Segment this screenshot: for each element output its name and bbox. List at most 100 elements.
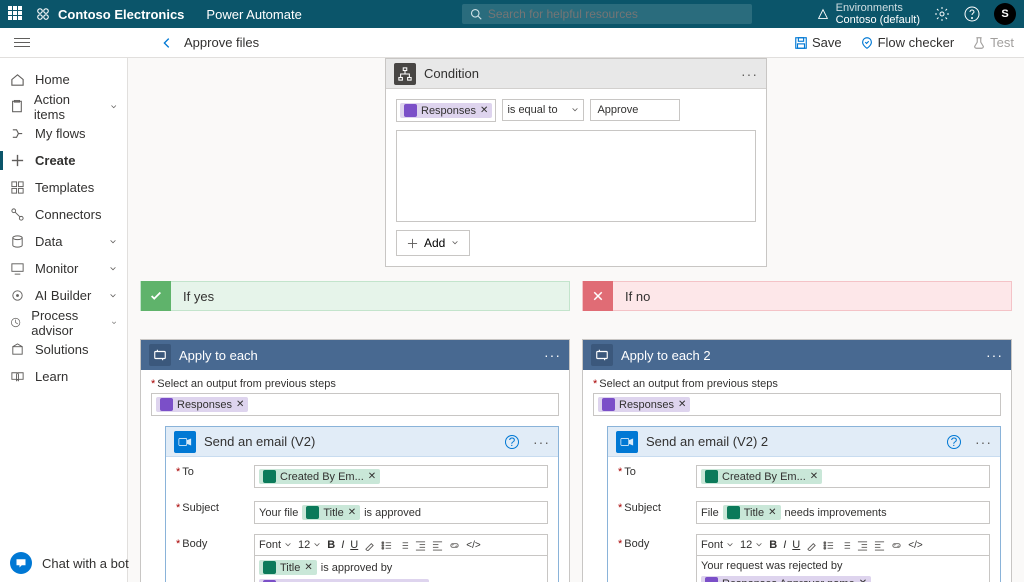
rich-text-toolbar[interactable]: Font 12 B I U: [696, 534, 990, 556]
if-yes-header[interactable]: If yes: [140, 281, 570, 311]
outdent-icon[interactable]: [415, 540, 426, 551]
apply-to-each-card-yes[interactable]: Apply to each ··· Select an output from …: [140, 339, 570, 582]
nav-monitor[interactable]: Monitor: [0, 255, 127, 282]
code-view-button[interactable]: </>: [466, 540, 480, 551]
condition-card[interactable]: Condition ··· Responses✕ is equal to App…: [385, 58, 767, 267]
app-launcher-icon[interactable]: [8, 6, 24, 22]
nav-solutions[interactable]: Solutions: [0, 336, 127, 363]
environment-picker[interactable]: Environments Contoso (default): [816, 2, 920, 26]
link-icon[interactable]: [891, 540, 902, 551]
token-remove[interactable]: ✕: [236, 399, 244, 410]
nav-ai-builder[interactable]: AI Builder: [0, 282, 127, 309]
email-menu-no[interactable]: ···: [975, 434, 992, 450]
test-button[interactable]: Test: [972, 35, 1014, 50]
subject-field-no[interactable]: File Title✕ needs improvements: [696, 501, 990, 524]
fontsize-select[interactable]: 12: [740, 539, 763, 551]
product-name[interactable]: Power Automate: [206, 7, 301, 22]
search-input[interactable]: [488, 7, 744, 21]
if-no-header[interactable]: If no: [582, 281, 1012, 311]
apply-to-each-header-yes[interactable]: Apply to each ···: [141, 340, 569, 370]
send-email-header-no[interactable]: Send an email (V2) 2 ? ···: [608, 427, 1000, 457]
nav-templates[interactable]: Templates: [0, 174, 127, 201]
bullet-list-icon[interactable]: [823, 540, 834, 551]
nav-create[interactable]: Create: [0, 147, 127, 174]
send-email-card-yes[interactable]: Send an email (V2) ? ··· To Created By E…: [165, 426, 559, 582]
email-menu-yes[interactable]: ···: [533, 434, 550, 450]
body-field-no[interactable]: Your request was rejected by Responses A…: [696, 556, 990, 582]
link-icon[interactable]: [449, 540, 460, 551]
settings-icon[interactable]: [934, 6, 950, 22]
to-field-no[interactable]: Created By Em...✕: [696, 465, 990, 488]
token-remove[interactable]: ✕: [304, 562, 312, 573]
nav-data[interactable]: Data: [0, 228, 127, 255]
search-box[interactable]: [462, 4, 752, 24]
token-remove[interactable]: ✕: [768, 507, 776, 518]
token-remove[interactable]: ✕: [348, 507, 356, 518]
indent-icon[interactable]: [432, 540, 443, 551]
fontsize-select[interactable]: 12: [298, 539, 321, 551]
apply-menu-yes[interactable]: ···: [544, 347, 561, 363]
condition-header[interactable]: Condition ···: [386, 59, 766, 89]
font-select[interactable]: Font: [701, 539, 734, 551]
condition-value-input[interactable]: Approve: [590, 99, 680, 121]
help-icon[interactable]: ?: [947, 435, 961, 449]
condition-operator-select[interactable]: is equal to: [502, 99, 584, 121]
nav-home[interactable]: Home: [0, 66, 127, 93]
dynamic-content-icon: [602, 398, 615, 411]
back-arrow-icon: [160, 36, 174, 50]
select-output-field-yes[interactable]: Responses✕: [151, 393, 559, 416]
nav-connectors[interactable]: Connectors: [0, 201, 127, 228]
token-remove[interactable]: ✕: [480, 105, 488, 116]
select-output-field-no[interactable]: Responses✕: [593, 393, 1001, 416]
italic-button[interactable]: I: [341, 539, 344, 551]
condition-left-operand-extra[interactable]: [396, 130, 756, 222]
token-remove[interactable]: ✕: [678, 399, 686, 410]
indent-icon[interactable]: [874, 540, 885, 551]
bold-button[interactable]: B: [769, 539, 777, 551]
to-field-yes[interactable]: Created By Em...✕: [254, 465, 548, 488]
help-icon[interactable]: ?: [505, 435, 519, 449]
flow-checker-icon: [860, 36, 874, 50]
body-label: Body: [618, 534, 688, 550]
breadcrumb[interactable]: Approve files: [160, 35, 259, 50]
subject-field-yes[interactable]: Your file Title✕ is approved: [254, 501, 548, 524]
body-field-yes[interactable]: Title✕ is approved by Responses Approver…: [254, 556, 548, 582]
plus-icon: [10, 153, 25, 168]
code-view-button[interactable]: </>: [908, 540, 922, 551]
send-email-header-yes[interactable]: Send an email (V2) ? ···: [166, 427, 558, 457]
save-button[interactable]: Save: [794, 35, 842, 50]
bold-button[interactable]: B: [327, 539, 335, 551]
check-icon: [141, 281, 171, 311]
nav-process-advisor[interactable]: Process advisor: [0, 309, 127, 336]
underline-button[interactable]: U: [792, 539, 800, 551]
color-icon[interactable]: [364, 540, 375, 551]
apply-menu-no[interactable]: ···: [986, 347, 1003, 363]
condition-menu[interactable]: ···: [741, 66, 758, 82]
outdent-icon[interactable]: [857, 540, 868, 551]
rich-text-toolbar[interactable]: Font 12 B I U: [254, 534, 548, 556]
nav-action-items[interactable]: Action items: [0, 93, 127, 120]
apply-to-each-header-no[interactable]: Apply to each 2 ···: [583, 340, 1011, 370]
dynamic-content-icon: [404, 104, 417, 117]
flow-checker-button[interactable]: Flow checker: [860, 35, 955, 50]
bullet-list-icon[interactable]: [381, 540, 392, 551]
chat-with-bot[interactable]: Chat with a bot: [10, 552, 129, 574]
condition-left-operand[interactable]: Responses✕: [396, 99, 496, 122]
token-remove[interactable]: ✕: [368, 471, 376, 482]
apply-to-each-card-no[interactable]: Apply to each 2 ··· Select an output fro…: [582, 339, 1012, 582]
token-remove[interactable]: ✕: [810, 471, 818, 482]
nav-learn[interactable]: Learn: [0, 363, 127, 390]
nav-my-flows[interactable]: My flows: [0, 120, 127, 147]
number-list-icon[interactable]: [840, 540, 851, 551]
help-icon[interactable]: [964, 6, 980, 22]
condition-add-button[interactable]: Add: [396, 230, 470, 256]
send-email-card-no[interactable]: Send an email (V2) 2 ? ··· To Created By…: [607, 426, 1001, 582]
underline-button[interactable]: U: [350, 539, 358, 551]
font-select[interactable]: Font: [259, 539, 292, 551]
user-avatar[interactable]: S: [994, 3, 1016, 25]
color-icon[interactable]: [806, 540, 817, 551]
number-list-icon[interactable]: [398, 540, 409, 551]
italic-button[interactable]: I: [783, 539, 786, 551]
token-remove[interactable]: ✕: [859, 578, 867, 582]
nav-toggle-icon[interactable]: [14, 38, 30, 47]
